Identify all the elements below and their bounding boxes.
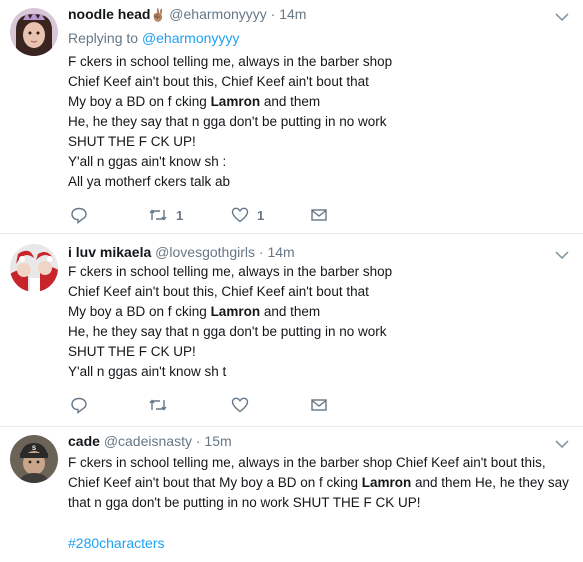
handle[interactable]: @lovesgothgirls	[155, 244, 255, 260]
separator-dot: ·	[270, 6, 276, 22]
tweet-line: Y'all n ggas ain't know sh t	[68, 362, 573, 382]
text-run: Y'all n ggas ain't know sh t	[68, 364, 227, 379]
text-run: F ckers in school telling me, always in …	[68, 264, 393, 279]
separator-dot: ·	[195, 433, 201, 449]
hashtag-link[interactable]: #280characters	[68, 535, 165, 551]
tweet-line: He, he they say that n gga don't be putt…	[68, 322, 573, 342]
tweet-line: My boy a BD on f cking Lamron and them	[68, 302, 573, 322]
tweet[interactable]: noodle head✌🏽 @eharmonyyyy · 14m Replyin…	[0, 0, 583, 233]
tweet-actions	[68, 395, 368, 415]
text-run: Chief Keef ain't bout this, Chief Keef a…	[68, 284, 369, 299]
tweet-line: SHUT THE F CK UP!	[68, 342, 573, 362]
tweet-line: Y'all n ggas ain't know sh :	[68, 152, 573, 172]
tweet-line: SHUT THE F CK UP!	[68, 132, 573, 152]
like-count: 1	[257, 207, 265, 223]
tweet-line: F ckers in school telling me, always in …	[68, 262, 573, 282]
message-icon	[311, 209, 327, 221]
retweet-button[interactable]	[148, 395, 168, 415]
avatar[interactable]	[10, 244, 58, 292]
reply-button[interactable]	[70, 395, 88, 415]
timestamp[interactable]: 14m	[267, 244, 294, 260]
text-run: My boy a BD on f cking	[68, 304, 211, 319]
bold-text: Lamron	[361, 475, 412, 490]
text-run: and them	[260, 94, 321, 109]
tweet-text: F ckers in school telling me, always in …	[68, 453, 573, 513]
like-button[interactable]: 1	[231, 205, 264, 225]
direct-message-button[interactable]	[310, 395, 328, 415]
name-emoji: ✌🏽	[150, 8, 166, 22]
retweet-button[interactable]: 1	[148, 205, 183, 225]
timestamp[interactable]: 15m	[204, 433, 231, 449]
tweet[interactable]: i luv mikaela @lovesgothgirls · 14m F ck…	[0, 234, 583, 426]
replying-to-link[interactable]: @eharmonyyyy	[142, 30, 239, 46]
tweet-line: F ckers in school telling me, always in …	[68, 52, 573, 72]
like-button[interactable]	[231, 395, 249, 415]
reply-icon	[71, 397, 87, 414]
retweet-icon	[149, 209, 167, 221]
tweet-text: F ckers in school telling me, always in …	[68, 52, 573, 192]
like-icon	[231, 397, 249, 413]
bold-text: Lamron	[210, 304, 261, 319]
chevron-down-icon[interactable]	[555, 250, 569, 260]
text-run: SHUT THE F CK UP!	[68, 134, 196, 149]
chevron-down-icon[interactable]	[555, 439, 569, 449]
reply-button[interactable]	[70, 205, 96, 225]
text-run: Y'all n ggas ain't know sh :	[68, 154, 227, 169]
handle[interactable]: @cadeisnasty	[104, 433, 192, 449]
text-run: SHUT THE F CK UP!	[68, 344, 196, 359]
tweet-actions: 1 1	[68, 205, 368, 225]
avatar[interactable]	[10, 8, 58, 56]
message-icon	[311, 399, 327, 411]
text-run: and them	[260, 304, 321, 319]
reply-icon	[71, 207, 87, 224]
separator-dot: ·	[258, 244, 264, 260]
tweet-line: He, he they say that n gga don't be putt…	[68, 112, 573, 132]
tweet-text: F ckers in school telling me, always in …	[68, 262, 573, 382]
text-run: F ckers in school telling me, always in …	[68, 54, 393, 69]
bold-text: Lamron	[210, 94, 261, 109]
display-name[interactable]: i luv mikaela	[68, 244, 151, 260]
display-name[interactable]: noodle head	[68, 6, 150, 22]
tweet[interactable]: S cade @cadeisnasty · 15m F ckers in sch…	[0, 427, 583, 562]
tweet-paragraph: F ckers in school telling me, always in …	[68, 453, 573, 513]
tweet-line: Chief Keef ain't bout this, Chief Keef a…	[68, 282, 573, 302]
handle[interactable]: @eharmonyyyy	[169, 6, 266, 22]
tweet-line: Chief Keef ain't bout this, Chief Keef a…	[68, 72, 573, 92]
tweet-line: My boy a BD on f cking Lamron and them	[68, 92, 573, 112]
tweet-line: All ya motherf ckers talk ab	[68, 172, 573, 192]
retweet-count: 1	[176, 207, 184, 223]
avatar[interactable]: S	[10, 435, 58, 483]
replying-prefix: Replying to	[68, 30, 142, 46]
text-run: Chief Keef ain't bout this, Chief Keef a…	[68, 74, 369, 89]
timestamp[interactable]: 14m	[279, 6, 306, 22]
text-run: He, he they say that n gga don't be putt…	[68, 324, 387, 339]
text-run: He, he they say that n gga don't be putt…	[68, 114, 387, 129]
retweet-icon	[149, 399, 167, 411]
svg-text:S: S	[32, 446, 36, 452]
text-run: My boy a BD on f cking	[68, 94, 211, 109]
like-icon	[231, 207, 249, 223]
chevron-down-icon[interactable]	[555, 12, 569, 22]
replying-to: Replying to @eharmonyyyy	[68, 30, 239, 46]
text-run: All ya motherf ckers talk ab	[68, 174, 231, 189]
display-name[interactable]: cade	[68, 433, 100, 449]
direct-message-button[interactable]	[310, 205, 328, 225]
